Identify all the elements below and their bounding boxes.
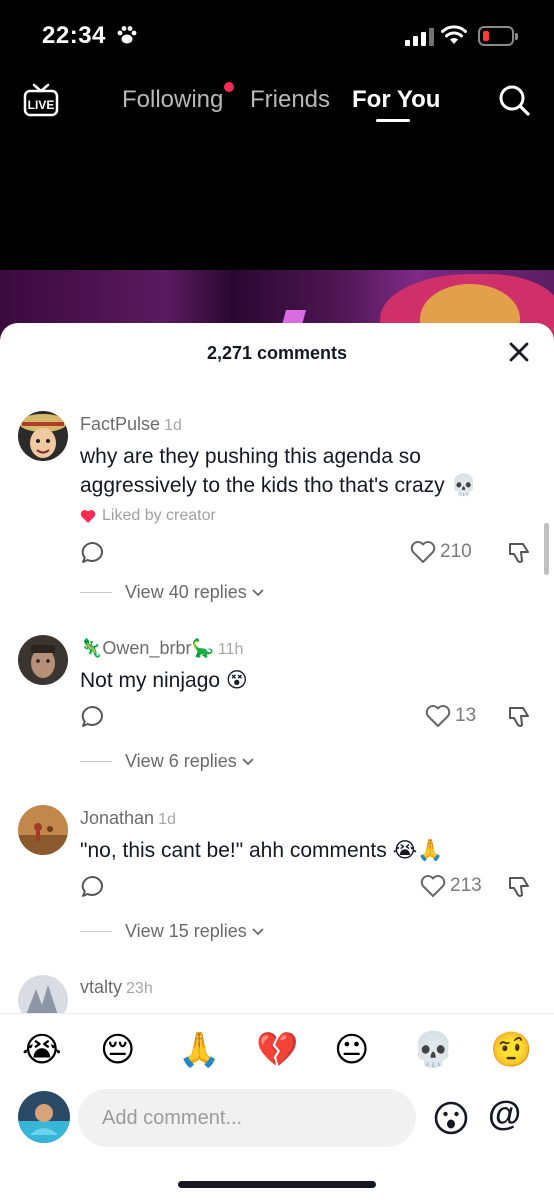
- heart-filled-icon: [80, 509, 96, 523]
- liked-by-creator: Liked by creator: [80, 507, 216, 525]
- view-replies-label: View 15 replies: [125, 921, 247, 941]
- thumbs-down-icon[interactable]: [506, 874, 532, 900]
- comment-item: vtalty 23h: [0, 973, 554, 1025]
- comment-username-line[interactable]: Jonathan 1d: [80, 808, 176, 829]
- thumbs-down-icon[interactable]: [506, 540, 532, 566]
- comment-time: 1d: [164, 417, 182, 434]
- emoji-neutral-face[interactable]: 😐: [334, 1030, 369, 1070]
- comment-username-line[interactable]: vtalty 23h: [80, 977, 153, 998]
- comment-text: why are they pushing this agenda so aggr…: [80, 445, 477, 497]
- heart-outline-icon: [420, 875, 446, 897]
- following-notification-dot: [224, 82, 234, 92]
- chat-bubble-icon[interactable]: [80, 540, 106, 566]
- like-count: 213: [450, 875, 482, 896]
- comment-item: 🦎Owen_brbr🦕 11h Not my ninjago 😵 13 View …: [0, 633, 554, 783]
- battery-icon: [478, 26, 518, 46]
- like-button[interactable]: 210: [410, 540, 472, 564]
- emoji-quick-bar: 😭 😔 🙏 💔 😐 💀 🤨: [0, 1013, 554, 1083]
- emoji-pensive[interactable]: 😔: [100, 1030, 135, 1070]
- comment-username[interactable]: 🦎Owen_brbr🦕: [80, 638, 214, 658]
- emoji-folded-hands[interactable]: 🙏: [178, 1030, 220, 1070]
- chevron-down-icon: [252, 588, 264, 596]
- chat-bubble-icon[interactable]: [80, 704, 106, 730]
- comment-username-line[interactable]: FactPulse 1d: [80, 414, 182, 435]
- comment-username[interactable]: Jonathan: [80, 808, 154, 828]
- view-replies-button[interactable]: View 15 replies: [80, 921, 265, 942]
- comment-time: 1d: [158, 811, 176, 828]
- comment-username[interactable]: FactPulse: [80, 414, 160, 434]
- avatar[interactable]: [18, 635, 68, 685]
- view-replies-button[interactable]: View 6 replies: [80, 751, 255, 772]
- comment-text: Not my ninjago 😵: [80, 669, 248, 692]
- tab-for-you[interactable]: For You: [352, 86, 440, 114]
- comment-username[interactable]: vtalty: [80, 977, 122, 997]
- active-tab-indicator: [376, 119, 410, 122]
- comment-item: FactPulse 1d why are they pushing this ag…: [0, 409, 554, 609]
- live-icon[interactable]: LIVE: [22, 82, 60, 118]
- avatar[interactable]: [18, 805, 68, 855]
- cellular-signal-icon: [405, 28, 434, 46]
- view-replies-label: View 6 replies: [125, 751, 237, 771]
- emoji-picker-icon[interactable]: [434, 1101, 468, 1135]
- like-button[interactable]: 13: [425, 704, 476, 728]
- search-icon[interactable]: [496, 82, 532, 118]
- heart-outline-icon: [425, 705, 451, 727]
- emoji-broken-heart[interactable]: 💔: [256, 1030, 298, 1070]
- live-label: LIVE: [28, 98, 55, 112]
- emoji-raised-eyebrow[interactable]: 🤨: [490, 1030, 532, 1070]
- comment-input-row: @: [0, 1083, 554, 1163]
- like-button[interactable]: 213: [420, 874, 482, 898]
- wifi-icon: [441, 25, 467, 44]
- comments-header: 2,271 comments: [0, 323, 554, 385]
- emoji-skull[interactable]: 💀: [412, 1030, 454, 1070]
- paw-icon: [117, 26, 137, 44]
- tab-following[interactable]: Following: [122, 86, 223, 114]
- comments-count: 2,271 comments: [206, 343, 348, 363]
- mention-button[interactable]: @: [488, 1095, 521, 1134]
- close-icon[interactable]: [508, 341, 530, 363]
- chat-bubble-icon[interactable]: [80, 874, 106, 900]
- avatar[interactable]: [18, 411, 68, 461]
- status-bar: 22:34: [0, 0, 554, 70]
- comment-text: "no, this cant be!" ahh comments 😭🙏: [80, 839, 444, 862]
- like-count: 210: [440, 541, 472, 562]
- heart-outline-icon: [410, 541, 436, 563]
- comment-time: 11h: [217, 641, 244, 658]
- view-replies-button[interactable]: View 40 replies: [80, 582, 265, 603]
- my-avatar[interactable]: [18, 1091, 70, 1143]
- comment-username-line[interactable]: 🦎Owen_brbr🦕 11h: [80, 638, 243, 659]
- tab-friends[interactable]: Friends: [250, 86, 330, 114]
- comment-item: Jonathan 1d "no, this cant be!" ahh comme…: [0, 803, 554, 953]
- liked-by-creator-label: Liked by creator: [102, 507, 216, 524]
- like-count: 13: [455, 705, 477, 726]
- comment-time: 23h: [126, 980, 153, 997]
- comments-sheet: 2,271 comments FactPulse 1d why are they …: [0, 323, 554, 1200]
- chevron-down-icon: [252, 927, 264, 935]
- chevron-down-icon: [242, 757, 254, 765]
- thumbs-down-icon[interactable]: [506, 704, 532, 730]
- emoji-loudly-crying[interactable]: 😭: [22, 1030, 62, 1070]
- home-indicator: [178, 1181, 376, 1188]
- status-time: 22:34: [42, 22, 106, 49]
- top-nav: LIVE Following Friends For You: [0, 70, 554, 130]
- scrollbar[interactable]: [544, 523, 549, 575]
- view-replies-label: View 40 replies: [125, 582, 247, 602]
- comment-input[interactable]: [78, 1089, 416, 1147]
